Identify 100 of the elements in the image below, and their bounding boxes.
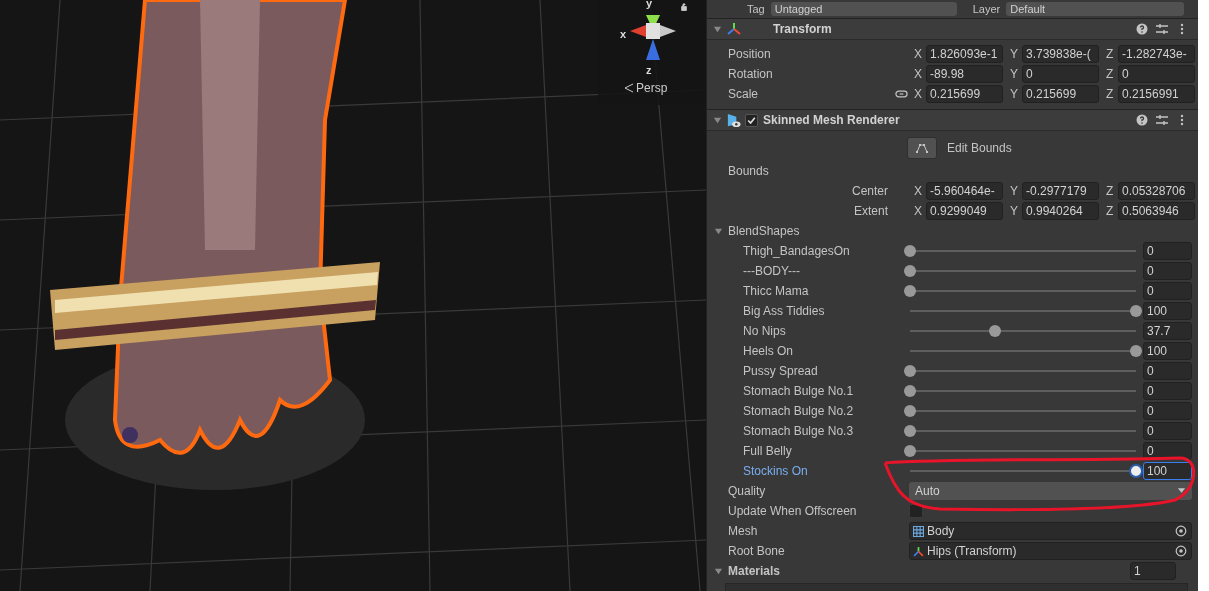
blendshape-label: Heels On — [743, 344, 795, 358]
number-field[interactable]: 0 — [1143, 282, 1192, 300]
number-field[interactable]: 0.215699 — [926, 85, 1003, 103]
foldout-arrow-icon[interactable] — [713, 115, 722, 125]
slider-thumb[interactable] — [904, 285, 916, 297]
edit-bounds-label: Edit Bounds — [947, 141, 1012, 155]
slider-thumb[interactable] — [904, 245, 916, 257]
foldout-label[interactable]: BlendShapes — [728, 224, 800, 238]
number-field[interactable]: 0 — [1022, 65, 1099, 83]
axis-label: x — [620, 28, 627, 40]
number-field[interactable]: -1.282743e- — [1118, 45, 1195, 63]
number-field[interactable]: 0 — [1143, 242, 1192, 260]
axis-label: X — [914, 67, 923, 81]
foldout-label[interactable]: Materials — [728, 564, 1130, 578]
lock-icon[interactable] — [680, 2, 688, 11]
number-field[interactable]: 0 — [1143, 402, 1192, 420]
number-field[interactable]: 3.739838e-( — [1022, 45, 1099, 63]
property-label: Position — [728, 47, 772, 61]
slider-thumb[interactable] — [904, 385, 916, 397]
number-field[interactable]: 0 — [1143, 362, 1192, 380]
help-icon[interactable] — [1136, 23, 1148, 35]
axes-icon — [727, 22, 741, 36]
help-icon[interactable] — [1136, 114, 1148, 126]
number-field[interactable]: 100 — [1143, 462, 1192, 480]
property-label: Bounds — [728, 164, 769, 178]
number-field[interactable]: 1.826093e-1 — [926, 45, 1003, 63]
presets-icon[interactable] — [1156, 23, 1168, 35]
blendshape-label: Big Ass Tiddies — [743, 304, 826, 318]
layer-dropdown[interactable]: Default — [1006, 2, 1185, 16]
blendshape-label: Stomach Bulge No.3 — [743, 424, 855, 438]
enabled-checkbox[interactable] — [745, 113, 758, 127]
number-field[interactable]: 100 — [1143, 342, 1192, 360]
number-field[interactable]: 1 — [1130, 562, 1176, 580]
blendshape-label: Stockins On — [743, 464, 809, 478]
number-field[interactable]: 0 — [1118, 65, 1195, 83]
slider-thumb[interactable] — [904, 425, 916, 437]
axis-label: Z — [1106, 204, 1115, 218]
blendshape-label: No Nips — [743, 324, 787, 338]
slider-thumb[interactable] — [904, 265, 916, 277]
number-field[interactable]: -89.98 — [926, 65, 1003, 83]
projection-label[interactable]: Persp — [636, 81, 668, 95]
number-field[interactable]: 100 — [1143, 302, 1192, 320]
foldout-arrow-icon[interactable] — [713, 24, 722, 34]
number-field[interactable]: 0 — [1143, 442, 1192, 460]
property-label: Rotation — [728, 67, 774, 81]
axis-label: Z — [1106, 87, 1115, 101]
chevron-icon — [624, 83, 634, 93]
blendshape-label: Full Belly — [743, 444, 793, 458]
axis-label: Y — [1010, 87, 1019, 101]
axis-label: Y — [1010, 47, 1019, 61]
number-field[interactable]: 37.7 — [1143, 322, 1192, 340]
axis-label: X — [914, 87, 923, 101]
object-picker-icon[interactable] — [1175, 525, 1187, 537]
slider-thumb[interactable] — [1129, 464, 1143, 478]
slider-thumb[interactable] — [904, 405, 916, 417]
property-label: Center — [850, 184, 888, 198]
link-icon[interactable] — [894, 90, 908, 98]
component-header[interactable]: Skinned Mesh Renderer — [707, 109, 1198, 131]
number-field[interactable]: 0.9299049 — [926, 202, 1003, 220]
property-label: Scale — [728, 87, 760, 101]
axis-label: z — [646, 64, 652, 76]
slider-thumb[interactable] — [1130, 345, 1142, 357]
property-label: Extent — [852, 204, 888, 218]
blendshape-label: Thigh_BandagesOn — [743, 244, 851, 258]
number-field[interactable]: 0.9940264 — [1022, 202, 1099, 220]
quality-dropdown[interactable]: Auto — [909, 482, 1192, 500]
axis-label: Y — [1010, 67, 1019, 81]
number-field[interactable]: 0.215699 — [1022, 85, 1099, 103]
number-field[interactable]: -0.2977179 — [1022, 182, 1099, 200]
axis-label: X — [914, 204, 923, 218]
object-field[interactable]: Hips (Transform) — [909, 542, 1192, 560]
component-header[interactable]: Transform — [707, 19, 1198, 40]
axis-label: Y — [1010, 184, 1019, 198]
tag-dropdown[interactable]: Untagged — [770, 2, 957, 16]
number-field[interactable]: 0.5063946 — [1118, 202, 1195, 220]
object-field[interactable]: Body — [909, 522, 1192, 540]
number-field[interactable]: 0.2156991 — [1118, 85, 1195, 103]
slider-thumb[interactable] — [904, 445, 916, 457]
edit-bounds-button[interactable] — [907, 137, 937, 159]
property-label: Mesh — [728, 524, 759, 538]
number-field[interactable]: -5.960464e- — [926, 182, 1003, 200]
number-field[interactable]: 0.05328706 — [1118, 182, 1195, 200]
presets-icon[interactable] — [1156, 114, 1168, 126]
property-label: Quality — [728, 484, 767, 498]
mesh-grid-icon — [913, 525, 924, 537]
object-picker-icon[interactable] — [1175, 545, 1187, 557]
axes-icon — [913, 545, 924, 557]
property-label: Root Bone — [728, 544, 786, 558]
blendshape-label: Stomach Bulge No.1 — [743, 384, 855, 398]
slider-thumb[interactable] — [989, 325, 1002, 337]
axis-label: X — [914, 184, 923, 198]
foldout-arrow-icon[interactable] — [714, 566, 723, 576]
slider-thumb[interactable] — [1130, 305, 1142, 317]
foldout-arrow-icon[interactable] — [714, 226, 723, 236]
component-title: Skinned Mesh Renderer — [763, 113, 900, 127]
slider-thumb[interactable] — [904, 365, 916, 377]
number-field[interactable]: 0 — [1143, 422, 1192, 440]
bounds-icon — [915, 142, 929, 154]
number-field[interactable]: 0 — [1143, 262, 1192, 280]
number-field[interactable]: 0 — [1143, 382, 1192, 400]
